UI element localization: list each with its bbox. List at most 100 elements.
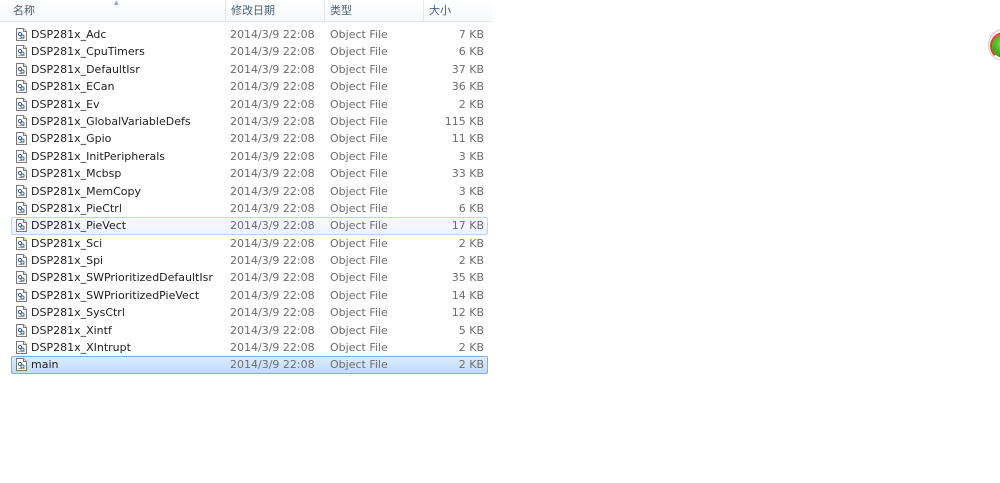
file-type: Object File: [330, 254, 388, 268]
object-file-icon: [16, 306, 27, 320]
object-file-icon: [16, 271, 27, 285]
file-name: DSP281x_CpuTimers: [31, 45, 145, 59]
column-header-date[interactable]: 修改日期: [226, 0, 325, 21]
file-type: Object File: [330, 167, 388, 181]
file-type: Object File: [330, 288, 388, 302]
file-size: 37 KB: [451, 62, 484, 76]
file-size: 2 KB: [458, 236, 484, 250]
object-file-icon: [16, 358, 27, 372]
file-row[interactable]: DSP281x_SWPrioritizedPieVect 2014/3/9 22:…: [11, 287, 488, 304]
object-file-icon: [16, 97, 27, 111]
file-row[interactable]: DSP281x_Mcbsp 2014/3/9 22:08 Object File 33…: [11, 165, 488, 182]
object-file-icon: [16, 323, 27, 337]
file-type: Object File: [330, 358, 388, 372]
file-name: DSP281x_Adc: [31, 28, 107, 41]
file-type: Object File: [330, 80, 388, 94]
file-name: DSP281x_SWPrioritizedDefaultIsr: [31, 271, 213, 285]
file-row[interactable]: DSP281x_Adc 2014/3/9 22:08 Object File 7 KB: [11, 26, 488, 43]
object-file-icon: [16, 80, 27, 94]
file-name: DSP281x_ECan: [31, 80, 115, 94]
file-list: DSP281x_Adc 2014/3/9 22:08 Object File 7 KB…: [0, 26, 492, 374]
file-name: main: [31, 358, 59, 372]
file-date: 2014/3/9 22:08: [230, 149, 315, 163]
column-header-type[interactable]: 类型: [325, 0, 424, 21]
file-type: Object File: [330, 219, 388, 233]
file-row[interactable]: main 2014/3/9 22:08 Object File 2 KB: [11, 356, 488, 374]
object-file-icon: [16, 201, 27, 215]
file-row[interactable]: DSP281x_Spi 2014/3/9 22:08 Object File 2 KB: [11, 252, 488, 269]
green-orb-icon[interactable]: [988, 29, 1000, 61]
file-size: 36 KB: [451, 80, 484, 94]
file-row[interactable]: DSP281x_PieCtrl 2014/3/9 22:08 Object File…: [11, 200, 488, 217]
file-row[interactable]: DSP281x_Xintf 2014/3/9 22:08 Object File 5 …: [11, 322, 488, 339]
file-date: 2014/3/9 22:08: [230, 236, 315, 250]
file-name: DSP281x_DefaultIsr: [31, 62, 140, 76]
file-date: 2014/3/9 22:08: [230, 167, 315, 181]
file-row[interactable]: DSP281x_InitPeripherals 2014/3/9 22:08 Obj…: [11, 148, 488, 165]
file-row[interactable]: DSP281x_DefaultIsr 2014/3/9 22:08 Object F…: [11, 61, 488, 78]
object-file-icon: [16, 341, 27, 355]
file-type: Object File: [330, 149, 388, 163]
file-date: 2014/3/9 22:08: [230, 80, 315, 94]
file-type: Object File: [330, 341, 388, 355]
file-date: 2014/3/9 22:08: [230, 254, 315, 268]
file-type: Object File: [330, 45, 388, 59]
file-row[interactable]: DSP281x_MemCopy 2014/3/9 22:08 Object File…: [11, 183, 488, 200]
file-size: 17 KB: [451, 219, 484, 233]
file-size: 2 KB: [458, 341, 484, 355]
file-date: 2014/3/9 22:08: [230, 341, 315, 355]
file-date: 2014/3/9 22:08: [230, 219, 315, 233]
file-size: 5 KB: [458, 323, 484, 337]
file-size: 115 KB: [444, 114, 484, 128]
file-type: Object File: [330, 323, 388, 337]
file-size: 14 KB: [451, 288, 484, 302]
file-date: 2014/3/9 22:08: [230, 358, 315, 372]
file-type: Object File: [330, 236, 388, 250]
file-row[interactable]: DSP281x_GlobalVariableDefs 2014/3/9 22:08…: [11, 113, 488, 130]
file-date: 2014/3/9 22:08: [230, 184, 315, 198]
file-type: Object File: [330, 184, 388, 198]
file-row[interactable]: DSP281x_Ev 2014/3/9 22:08 Object File 2 KB: [11, 96, 488, 113]
file-size: 3 KB: [458, 184, 484, 198]
object-file-icon: [16, 167, 27, 181]
file-type: Object File: [330, 306, 388, 320]
file-size: 6 KB: [458, 201, 484, 215]
file-date: 2014/3/9 22:08: [230, 288, 315, 302]
file-name: DSP281x_Ev: [31, 97, 100, 111]
object-file-icon: [16, 219, 27, 233]
file-date: 2014/3/9 22:08: [230, 114, 315, 128]
object-file-icon: [16, 45, 27, 59]
object-file-icon: [16, 62, 27, 76]
file-date: 2014/3/9 22:08: [230, 201, 315, 215]
file-row[interactable]: DSP281x_SysCtrl 2014/3/9 22:08 Object File…: [11, 304, 488, 321]
file-date: 2014/3/9 22:08: [230, 45, 315, 59]
file-type: Object File: [330, 271, 388, 285]
file-row[interactable]: DSP281x_CpuTimers 2014/3/9 22:08 Object Fi…: [11, 43, 488, 60]
file-name: DSP281x_SWPrioritizedPieVect: [31, 288, 200, 302]
object-file-icon: [16, 149, 27, 163]
file-size: 33 KB: [451, 167, 484, 181]
file-type: Object File: [330, 97, 388, 111]
object-file-icon: [16, 28, 27, 41]
file-size: 2 KB: [458, 97, 484, 111]
object-file-icon: [16, 236, 27, 250]
file-row[interactable]: DSP281x_SWPrioritizedDefaultIsr 2014/3/9 …: [11, 269, 488, 286]
file-name: DSP281x_Spi: [31, 254, 104, 268]
file-type: Object File: [330, 114, 388, 128]
file-row[interactable]: DSP281x_Sci 2014/3/9 22:08 Object File 2 KB: [11, 235, 488, 252]
object-file-icon: [16, 184, 27, 198]
file-size: 7 KB: [458, 28, 484, 41]
file-name: DSP281x_Mcbsp: [31, 167, 122, 181]
sort-arrow-icon: ▴: [114, 0, 119, 8]
file-row[interactable]: DSP281x_PieVect 2014/3/9 22:08 Object File…: [11, 217, 488, 235]
object-file-icon: [16, 132, 27, 146]
file-size: 3 KB: [458, 149, 484, 163]
file-name: DSP281x_InitPeripherals: [31, 149, 166, 163]
file-name: DSP281x_XIntrupt: [31, 341, 131, 355]
file-type: Object File: [330, 28, 388, 41]
file-name: DSP281x_GlobalVariableDefs: [31, 114, 191, 128]
column-header-size[interactable]: 大小: [424, 0, 492, 21]
file-row[interactable]: DSP281x_Gpio 2014/3/9 22:08 Object File 11 …: [11, 130, 488, 147]
file-row[interactable]: DSP281x_ECan 2014/3/9 22:08 Object File 36 …: [11, 78, 488, 95]
file-row[interactable]: DSP281x_XIntrupt 2014/3/9 22:08 Object Fil…: [11, 339, 488, 356]
